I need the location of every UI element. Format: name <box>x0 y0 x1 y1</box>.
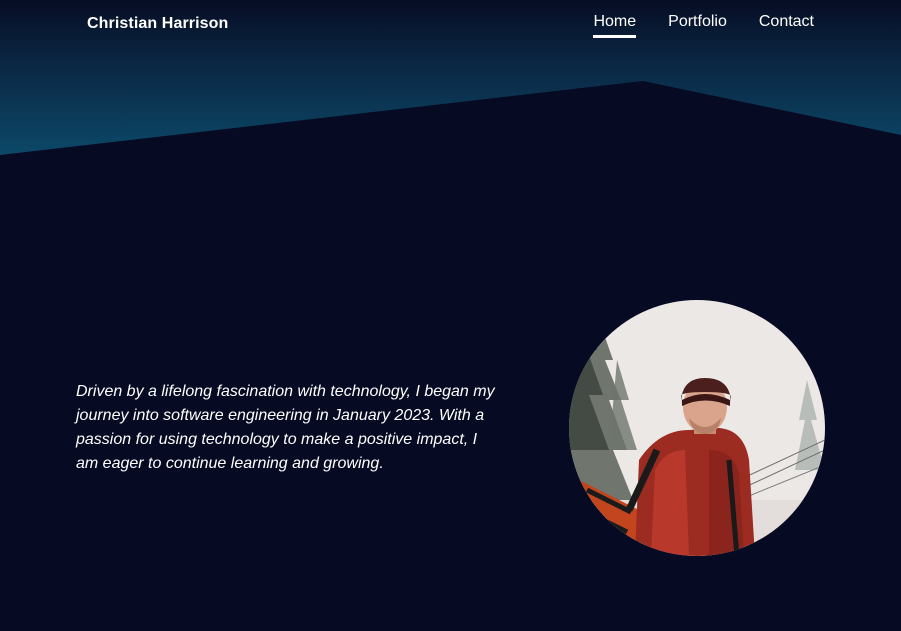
profile-photo <box>569 300 825 556</box>
nav-home[interactable]: Home <box>593 13 637 38</box>
site-brand[interactable]: Christian Harrison <box>87 15 228 33</box>
nav-portfolio[interactable]: Portfolio <box>668 13 727 38</box>
main-nav: Home Portfolio Contact <box>593 13 814 38</box>
nav-contact[interactable]: Contact <box>759 13 814 38</box>
page: Christian Harrison Home Portfolio Contac… <box>0 0 901 631</box>
bio-text: Driven by a lifelong fascination with te… <box>76 383 495 472</box>
